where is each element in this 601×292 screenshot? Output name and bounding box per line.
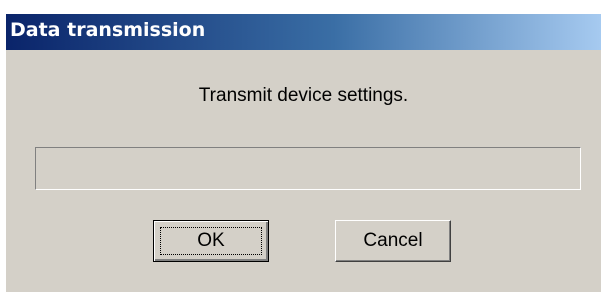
cancel-button-label: Cancel (363, 230, 423, 251)
ok-button-label: OK (197, 230, 225, 251)
data-transmission-dialog: Data transmission Transmit device settin… (6, 14, 601, 292)
ok-button[interactable]: OK (153, 220, 269, 262)
cancel-button[interactable]: Cancel (335, 220, 451, 262)
window-title: Data transmission (10, 19, 206, 41)
progress-bar (35, 147, 581, 190)
status-message: Transmit device settings. (198, 85, 409, 106)
title-bar[interactable]: Data transmission (6, 14, 601, 50)
